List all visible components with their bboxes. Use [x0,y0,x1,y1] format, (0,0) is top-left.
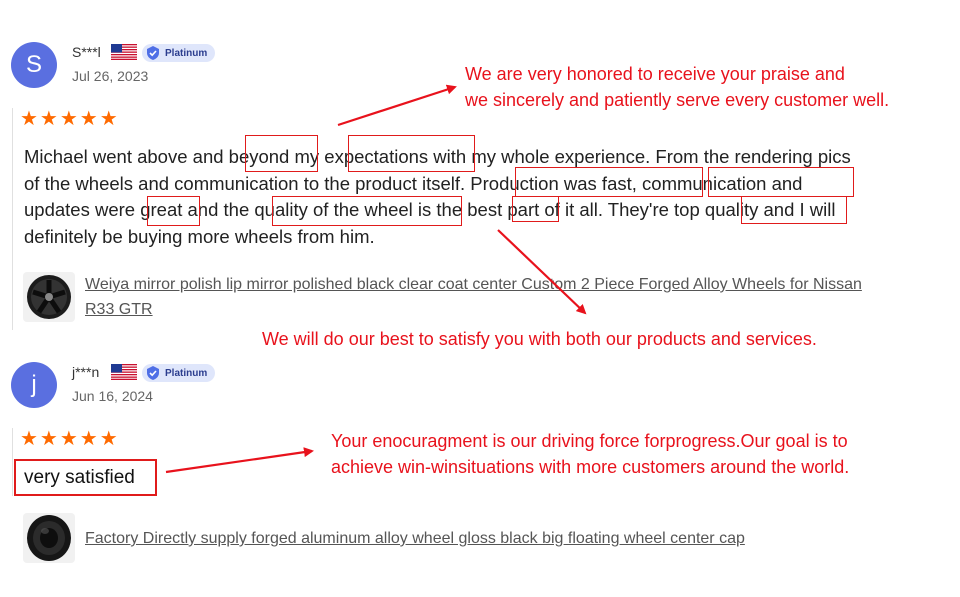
arrow-to-note2 [497,229,587,315]
annotation-arrows [165,84,587,474]
arrow-to-note3 [165,447,314,474]
arrow-to-note1 [337,84,457,127]
